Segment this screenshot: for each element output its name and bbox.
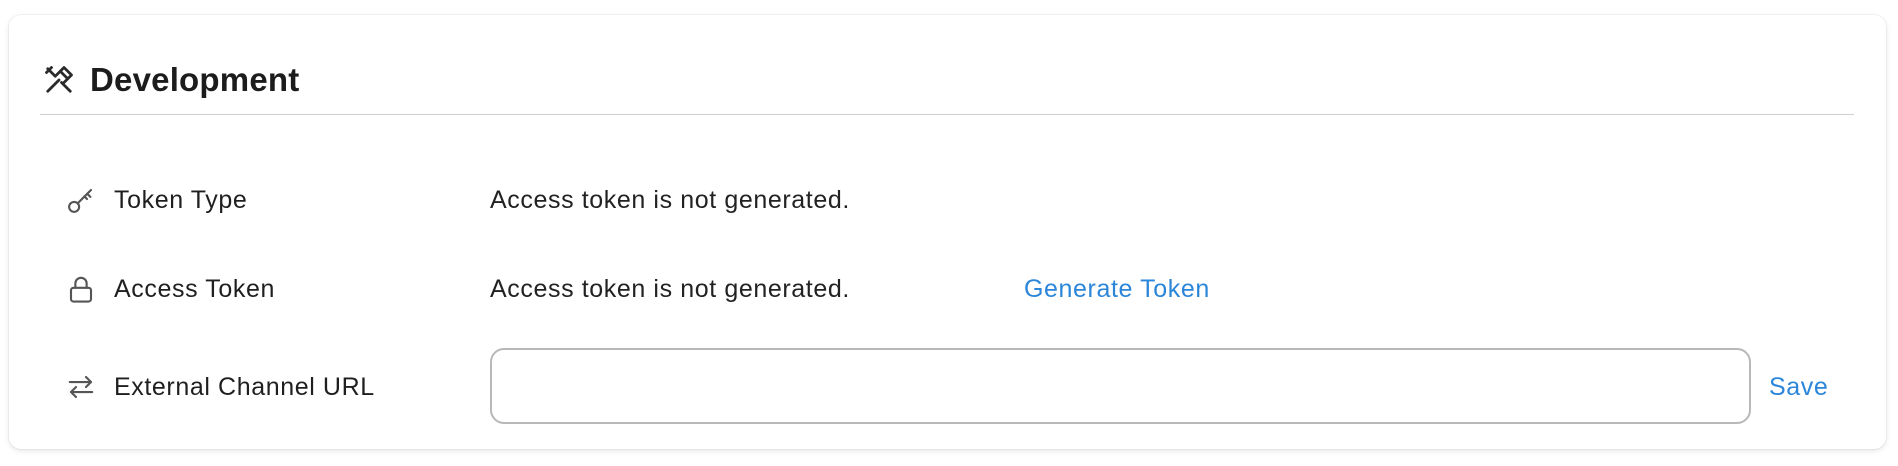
external-channel-url-input[interactable] — [490, 348, 1751, 424]
swap-arrows-icon — [64, 370, 98, 404]
token-type-row: Token Type — [64, 183, 247, 217]
tools-icon — [42, 63, 76, 97]
generate-token-link[interactable]: Generate Token — [1024, 275, 1210, 304]
development-card: Development Token Type Access token is n… — [9, 15, 1886, 449]
card-header: Development — [40, 45, 1854, 115]
external-channel-url-label: External Channel URL — [114, 372, 375, 401]
external-channel-url-row: External Channel URL — [64, 370, 375, 404]
access-token-value: Access token is not generated. — [490, 275, 850, 303]
token-type-label: Token Type — [114, 185, 248, 214]
access-token-label: Access Token — [114, 274, 275, 303]
key-icon — [64, 183, 98, 217]
lock-icon — [64, 272, 98, 306]
section-title: Development — [90, 60, 300, 98]
token-type-value: Access token is not generated. — [490, 186, 850, 214]
access-token-row: Access Token — [64, 272, 275, 306]
save-link[interactable]: Save — [1769, 373, 1828, 402]
